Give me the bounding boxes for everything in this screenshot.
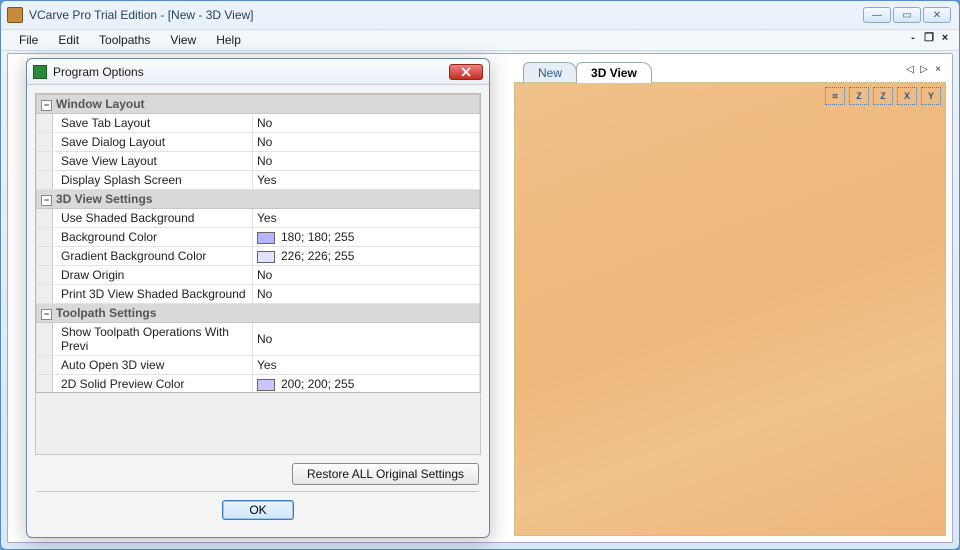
ok-button[interactable]: OK xyxy=(222,500,293,520)
view-x-icon[interactable]: X xyxy=(897,87,917,105)
menu-bar: File Edit Toolpaths View Help - ❐ × xyxy=(1,29,959,51)
menu-edit[interactable]: Edit xyxy=(50,31,87,49)
color-swatch xyxy=(257,232,275,244)
title-bar: VCarve Pro Trial Edition - [New - 3D Vie… xyxy=(1,1,959,29)
tab-scroll-right-icon[interactable]: ▷ xyxy=(918,64,930,76)
collapse-icon[interactable]: − xyxy=(41,100,52,111)
row-save-tab-layout[interactable]: Save Tab LayoutNo xyxy=(37,114,480,133)
program-options-dialog: Program Options −Window Layout Save Tab … xyxy=(26,58,490,538)
prop-key: Save Dialog Layout xyxy=(53,133,253,152)
tab-nav: ◁ ▷ × xyxy=(904,64,944,76)
dialog-title: Program Options xyxy=(53,65,449,79)
category-label: Window Layout xyxy=(56,97,145,111)
mdi-restore-button[interactable]: ❐ xyxy=(921,32,937,46)
view-y-icon[interactable]: Y xyxy=(921,87,941,105)
category-toolpath-settings[interactable]: −Toolpath Settings xyxy=(37,304,480,323)
row-2d-solid-preview-color[interactable]: 2D Solid Preview Color 200; 200; 255 xyxy=(37,375,480,393)
prop-key: Use Shaded Background xyxy=(53,209,253,228)
collapse-icon[interactable]: − xyxy=(41,195,52,206)
menu-toolpaths[interactable]: Toolpaths xyxy=(91,31,158,49)
collapse-icon[interactable]: − xyxy=(41,309,52,320)
prop-key: Save View Layout xyxy=(53,152,253,171)
prop-key: Background Color xyxy=(53,228,253,247)
prop-key: 2D Solid Preview Color xyxy=(53,375,253,393)
prop-value[interactable]: No xyxy=(253,285,480,304)
row-draw-origin[interactable]: Draw OriginNo xyxy=(37,266,480,285)
property-table: −Window Layout Save Tab LayoutNo Save Di… xyxy=(36,94,480,392)
app-icon xyxy=(7,7,23,23)
row-save-dialog-layout[interactable]: Save Dialog LayoutNo xyxy=(37,133,480,152)
row-save-view-layout[interactable]: Save View LayoutNo xyxy=(37,152,480,171)
tab-close-icon[interactable]: × xyxy=(932,64,944,76)
view-fit-icon[interactable]: ⌗ xyxy=(825,87,845,105)
dialog-close-button[interactable] xyxy=(449,64,483,80)
prop-key: Auto Open 3D view xyxy=(53,356,253,375)
minimize-button[interactable]: — xyxy=(863,7,891,23)
prop-value[interactable]: No xyxy=(253,266,480,285)
viewport-toolbar: ⌗ Z Z X Y xyxy=(825,87,941,105)
dialog-title-bar: Program Options xyxy=(27,59,489,85)
tab-3d-view[interactable]: 3D View xyxy=(576,62,652,83)
row-background-color[interactable]: Background Color 180; 180; 255 xyxy=(37,228,480,247)
row-print-shaded-bg[interactable]: Print 3D View Shaded BackgroundNo xyxy=(37,285,480,304)
prop-key: Show Toolpath Operations With Previ xyxy=(53,323,253,356)
mdi-controls: - ❐ × xyxy=(905,32,953,46)
dialog-icon xyxy=(33,65,47,79)
prop-value[interactable]: No xyxy=(253,133,480,152)
row-show-toolpath-ops[interactable]: Show Toolpath Operations With PreviNo xyxy=(37,323,480,356)
prop-value[interactable]: No xyxy=(253,152,480,171)
menu-view[interactable]: View xyxy=(162,31,204,49)
color-text: 180; 180; 255 xyxy=(281,230,354,244)
property-description-box xyxy=(35,393,481,455)
prop-value[interactable]: 180; 180; 255 xyxy=(253,228,480,247)
property-grid: −Window Layout Save Tab LayoutNo Save Di… xyxy=(35,93,481,393)
prop-value[interactable]: 226; 226; 255 xyxy=(253,247,480,266)
menu-help[interactable]: Help xyxy=(208,31,249,49)
tab-scroll-left-icon[interactable]: ◁ xyxy=(904,64,916,76)
prop-value[interactable]: No xyxy=(253,114,480,133)
color-text: 226; 226; 255 xyxy=(281,249,354,263)
prop-key: Save Tab Layout xyxy=(53,114,253,133)
prop-key: Draw Origin xyxy=(53,266,253,285)
category-window-layout[interactable]: −Window Layout xyxy=(37,95,480,114)
category-label: 3D View Settings xyxy=(56,192,152,206)
category-3d-view-settings[interactable]: −3D View Settings xyxy=(37,190,480,209)
row-display-splash[interactable]: Display Splash ScreenYes xyxy=(37,171,480,190)
window-title: VCarve Pro Trial Edition - [New - 3D Vie… xyxy=(29,8,863,22)
row-auto-open-3d[interactable]: Auto Open 3D viewYes xyxy=(37,356,480,375)
prop-key: Print 3D View Shaded Background xyxy=(53,285,253,304)
color-swatch xyxy=(257,251,275,263)
color-text: 200; 200; 255 xyxy=(281,377,354,391)
restore-defaults-button[interactable]: Restore ALL Original Settings xyxy=(292,463,479,485)
3d-viewport[interactable]: ⌗ Z Z X Y xyxy=(514,82,946,536)
view-iso-icon[interactable]: Z xyxy=(849,87,869,105)
tab-new[interactable]: New xyxy=(523,62,577,83)
prop-value[interactable]: Yes xyxy=(253,356,480,375)
prop-value[interactable]: Yes xyxy=(253,171,480,190)
color-swatch xyxy=(257,379,275,391)
window-controls: — ▭ ✕ xyxy=(863,7,951,23)
menu-file[interactable]: File xyxy=(11,31,46,49)
prop-key: Gradient Background Color xyxy=(53,247,253,266)
row-use-shaded-bg[interactable]: Use Shaded BackgroundYes xyxy=(37,209,480,228)
prop-value[interactable]: Yes xyxy=(253,209,480,228)
row-gradient-bg-color[interactable]: Gradient Background Color 226; 226; 255 xyxy=(37,247,480,266)
dialog-body: −Window Layout Save Tab LayoutNo Save Di… xyxy=(27,85,489,537)
document-tabs: New 3D View xyxy=(523,62,651,83)
prop-key: Display Splash Screen xyxy=(53,171,253,190)
close-button[interactable]: ✕ xyxy=(923,7,951,23)
separator xyxy=(37,491,479,492)
view-z-icon[interactable]: Z xyxy=(873,87,893,105)
mdi-minimize-button[interactable]: - xyxy=(905,32,921,46)
property-grid-scroll[interactable]: −Window Layout Save Tab LayoutNo Save Di… xyxy=(36,94,480,392)
category-label: Toolpath Settings xyxy=(56,306,156,320)
prop-value[interactable]: No xyxy=(253,323,480,356)
prop-value[interactable]: 200; 200; 255 xyxy=(253,375,480,393)
mdi-close-button[interactable]: × xyxy=(937,32,953,46)
close-icon xyxy=(461,67,471,77)
maximize-button[interactable]: ▭ xyxy=(893,7,921,23)
